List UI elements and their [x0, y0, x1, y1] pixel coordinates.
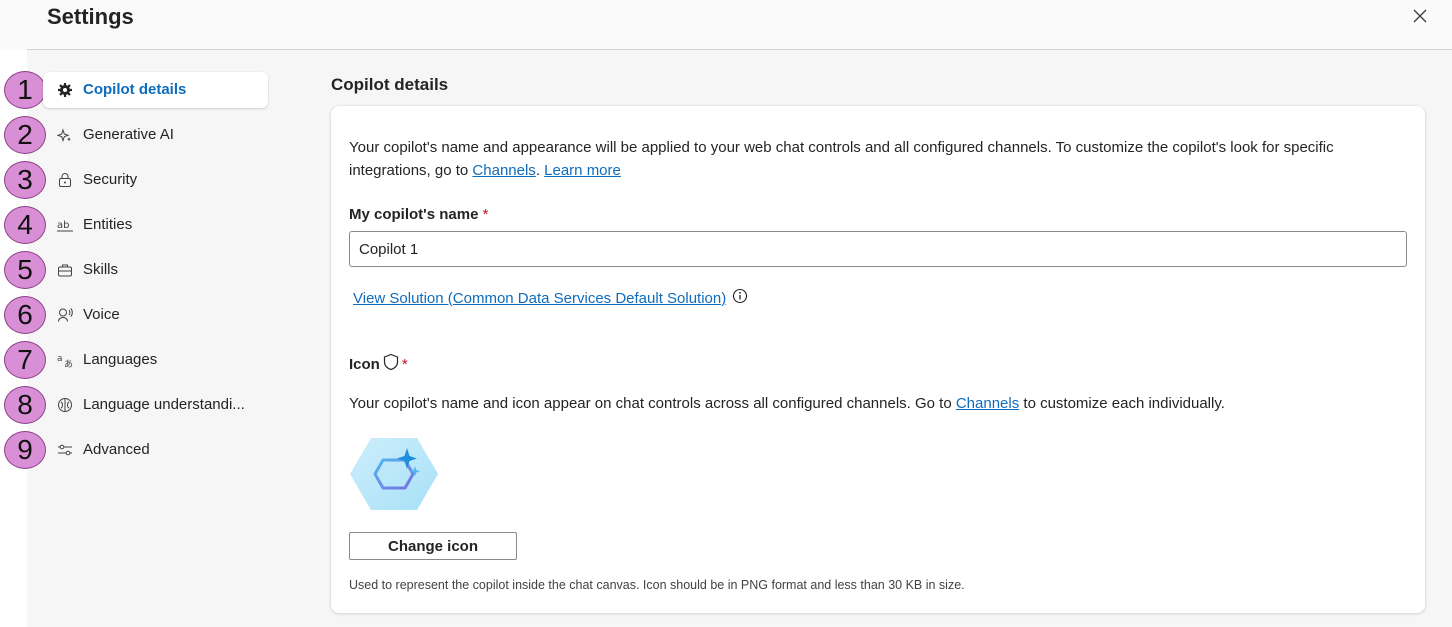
translate-icon: aあ	[57, 352, 73, 368]
required-mark: *	[401, 355, 408, 373]
sidebar-item-label: Language understandi...	[83, 396, 245, 413]
sparkle-icon	[57, 127, 73, 143]
step-badge-2: 2	[4, 116, 46, 154]
sidebar-item-label: Skills	[83, 261, 119, 278]
info-icon[interactable]	[732, 288, 748, 308]
required-mark: *	[482, 206, 489, 223]
settings-header: Settings	[0, 0, 1452, 50]
sidebar-item-label: Generative AI	[83, 126, 174, 143]
icon-label-text: Icon	[349, 355, 380, 373]
channels-link[interactable]: Channels	[472, 162, 535, 179]
sidebar-item-label: Security	[83, 171, 138, 188]
step-badge-5: 5	[4, 251, 46, 289]
voice-icon	[57, 307, 73, 323]
step-badge-4: 4	[4, 206, 46, 244]
close-icon[interactable]	[1410, 6, 1430, 26]
intro-text: Your copilot's name and appearance will …	[349, 136, 1399, 182]
gear-icon	[57, 82, 73, 98]
page-title: Settings	[47, 4, 134, 29]
section-title: Copilot details	[331, 75, 449, 94]
icon-help-text: Used to represent the copilot inside the…	[349, 578, 965, 592]
sidebar-item-label: Entities	[83, 216, 133, 233]
sidebar-item-security[interactable]: Security	[43, 162, 268, 198]
sidebar-item-advanced[interactable]: Advanced	[43, 432, 268, 468]
change-icon-button[interactable]: Change icon	[349, 532, 517, 560]
icon-description: Your copilot's name and icon appear on c…	[349, 395, 1225, 412]
svg-text:ab: ab	[57, 220, 69, 231]
sidebar-item-voice[interactable]: Voice	[43, 297, 268, 333]
ab-text-icon: ab	[57, 217, 73, 233]
brain-icon	[57, 397, 73, 413]
step-badge-1: 1	[4, 71, 46, 109]
sidebar-item-skills[interactable]: Skills	[43, 252, 268, 288]
icon-desc-text-end: to customize each individually.	[1019, 395, 1225, 412]
learn-more-link[interactable]: Learn more	[544, 162, 621, 179]
shield-icon	[382, 353, 400, 375]
icon-desc-text: Your copilot's name and icon appear on c…	[349, 395, 956, 412]
toolbox-icon	[57, 262, 73, 278]
sidebar-item-languages[interactable]: aあ Languages	[43, 342, 268, 378]
svg-text:a: a	[57, 354, 63, 364]
sidebar-item-label: Languages	[83, 351, 158, 368]
step-badge-6: 6	[4, 296, 46, 334]
name-label-text: My copilot's name	[349, 206, 479, 223]
sidebar-item-label: Advanced	[83, 441, 150, 458]
view-solution-link[interactable]: View Solution (Common Data Services Defa…	[353, 290, 726, 307]
sidebar-item-generative-ai[interactable]: Generative AI	[43, 117, 268, 153]
svg-text:あ: あ	[64, 359, 73, 368]
sidebar-item-entities[interactable]: ab Entities	[43, 207, 268, 243]
sidebar-item-label: Copilot details	[83, 81, 187, 98]
copilot-details-card: Your copilot's name and appearance will …	[331, 106, 1425, 613]
step-badge-7: 7	[4, 341, 46, 379]
name-field-label: My copilot's name *	[349, 206, 488, 223]
step-badge-9: 9	[4, 431, 46, 469]
intro-period: .	[535, 162, 540, 179]
view-solution-row: View Solution (Common Data Services Defa…	[353, 288, 748, 308]
lock-icon	[57, 172, 73, 188]
step-badge-8: 8	[4, 386, 46, 424]
step-badge-3: 3	[4, 161, 46, 199]
sliders-icon	[57, 442, 73, 458]
copilot-name-input[interactable]	[349, 231, 1407, 267]
icon-field-label: Icon *	[349, 353, 408, 375]
copilot-icon	[349, 436, 439, 512]
sidebar-item-label: Voice	[83, 306, 120, 323]
channels-link[interactable]: Channels	[956, 395, 1019, 412]
sidebar-item-language-understanding[interactable]: Language understandi...	[43, 387, 268, 423]
sidebar-item-copilot-details[interactable]: Copilot details	[43, 72, 268, 108]
